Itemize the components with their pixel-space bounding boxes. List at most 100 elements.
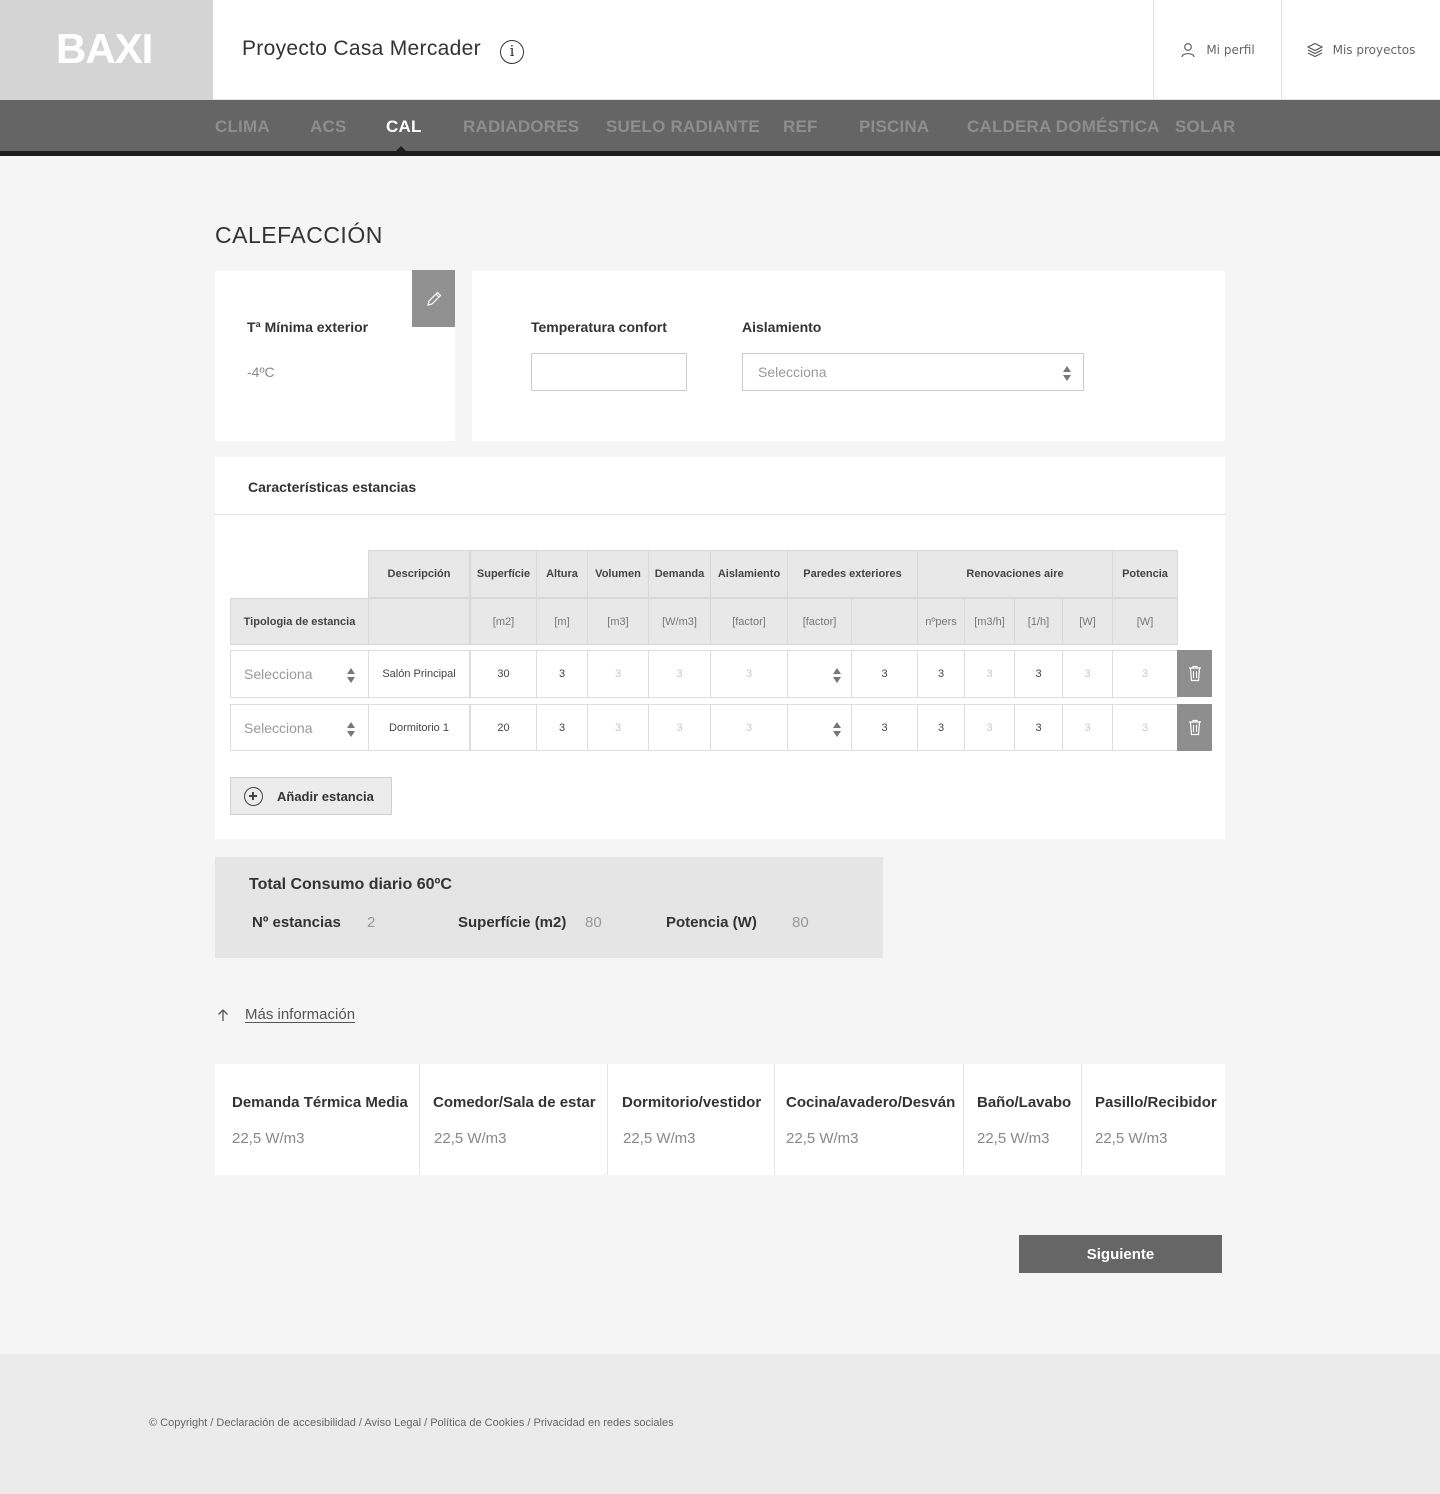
total-card: Total Consumo diario 60ºC Nº estancias 2… [215, 857, 883, 958]
demand-value: 22,5 W/m3 [1095, 1130, 1168, 1147]
tmin-card: Tª Mínima exterior -4ºC [215, 270, 455, 441]
confort-card: Temperatura confort Aislamiento Seleccio… [472, 271, 1225, 441]
demand-item: Cocina/avadero/Desván 22,5 W/m3 [775, 1064, 964, 1175]
perh-input[interactable]: 3 [1014, 704, 1063, 751]
nav-item-acs[interactable]: ACS [310, 117, 347, 137]
delete-row-button[interactable] [1177, 650, 1212, 697]
select-arrows-icon [832, 667, 842, 685]
nav-item-cal[interactable]: CAL [386, 117, 422, 137]
tmin-value: -4ºC [247, 364, 275, 380]
footer: © Copyright / Declaración de accesibilid… [0, 1354, 1440, 1494]
aislamiento-select[interactable]: Selecciona [742, 353, 1084, 391]
main-nav: CLIMA ACS CAL RADIADORES SUELO RADIANTE … [0, 100, 1440, 156]
projects-link[interactable]: Mis proyectos [1281, 0, 1440, 100]
nav-item-solar[interactable]: SOLAR [1175, 117, 1236, 137]
nav-item-piscina[interactable]: PISCINA [859, 117, 929, 137]
add-room-button[interactable]: Añadir estancia [230, 777, 392, 815]
superficie-input[interactable]: 20 [470, 704, 537, 751]
descripcion-input[interactable]: Salón Principal [368, 650, 470, 698]
perh-input[interactable]: 3 [1014, 650, 1063, 698]
demand-value: 22,5 W/m3 [434, 1130, 507, 1147]
demanda-value: 3 [648, 650, 711, 698]
nav-item-suelo-radiante[interactable]: SUELO RADIANTE [606, 117, 760, 137]
nav-item-caldera-domestica[interactable]: CALDERA DOMÉSTICA [967, 117, 1160, 137]
select-arrows-icon [832, 721, 842, 739]
superficie-input[interactable]: 30 [470, 650, 537, 698]
th-tipologia: Tipologia de estancia [230, 598, 369, 645]
th-unit-volumen: [m3] [587, 598, 649, 645]
next-button[interactable]: Siguiente [1019, 1235, 1222, 1273]
delete-row-button[interactable] [1177, 704, 1212, 751]
w-value: 3 [1062, 704, 1113, 751]
demand-value: 22,5 W/m3 [977, 1130, 1050, 1147]
th-unit-aislamiento: [factor] [710, 598, 788, 645]
more-info-link[interactable]: Más información [216, 1006, 355, 1023]
demand-label: Comedor/Sala de estar [433, 1094, 596, 1111]
logo-box[interactable]: BAXI [0, 0, 213, 100]
page-title: CALEFACCIÓN [215, 222, 383, 248]
trash-icon [1188, 665, 1201, 682]
projects-label: Mis proyectos [1332, 43, 1416, 57]
aislamiento-value: 3 [710, 650, 788, 698]
paredes-input[interactable]: 3 [851, 704, 918, 751]
divider [215, 514, 1225, 515]
edit-button[interactable] [412, 270, 455, 327]
paredes-input[interactable]: 3 [851, 650, 918, 698]
aislamiento-label: Aislamiento [742, 319, 822, 335]
info-icon[interactable]: i [500, 40, 524, 64]
altura-input[interactable]: 3 [536, 704, 588, 751]
nav-item-clima[interactable]: CLIMA [215, 117, 270, 137]
more-info-label[interactable]: Más información [245, 1006, 355, 1023]
potencia-value: 3 [1112, 650, 1178, 698]
altura-input[interactable]: 3 [536, 650, 588, 698]
m3h-value: 3 [964, 704, 1015, 751]
th-unit-potencia: [W] [1112, 598, 1178, 645]
tmin-label: Tª Mínima exterior [247, 319, 369, 335]
active-tab-indicator [395, 146, 407, 152]
th-aislamiento: Aislamiento [710, 550, 788, 598]
footer-links[interactable]: © Copyright / Declaración de accesibilid… [149, 1417, 674, 1429]
header: BAXI Proyecto Casa Mercader i Mi perfil … [0, 0, 1440, 100]
paredes-select[interactable] [787, 650, 852, 698]
temp-confort-input[interactable] [531, 353, 687, 391]
w-value: 3 [1062, 650, 1113, 698]
baxi-logo[interactable]: BAXI [56, 28, 153, 70]
tipologia-select-value: Selecciona [244, 720, 313, 736]
total-potencia-label: Potencia (W) [666, 914, 757, 931]
select-arrows-icon [346, 721, 356, 739]
demanda-value: 3 [648, 704, 711, 751]
th-potencia: Potencia [1112, 550, 1178, 598]
demand-value: 22,5 W/m3 [623, 1130, 696, 1147]
th-demanda: Demanda [648, 550, 711, 598]
npers-input[interactable]: 3 [917, 650, 965, 698]
nav-item-ref[interactable]: REF [783, 117, 818, 137]
th-unit-paredes-2 [851, 598, 918, 645]
tipologia-select[interactable]: Selecciona [230, 650, 369, 698]
volumen-value: 3 [587, 704, 649, 751]
paredes-select[interactable] [787, 704, 852, 751]
arrow-up-icon [218, 1008, 228, 1021]
total-estancias-value: 2 [367, 914, 376, 931]
demand-item: Pasillo/Recibidor 22,5 W/m3 [1082, 1064, 1225, 1175]
th-unit-altura: [m] [536, 598, 588, 645]
th-unit-npers: nºpers [917, 598, 965, 645]
th-descripcion: Descripción [368, 550, 470, 598]
tipologia-select[interactable]: Selecciona [230, 704, 369, 751]
project-title: Proyecto Casa Mercader [242, 37, 481, 60]
rooms-title: Características estancias [248, 479, 417, 495]
th-unit-w: [W] [1062, 598, 1113, 645]
descripcion-input[interactable]: Dormitorio 1 [368, 704, 470, 751]
profile-link[interactable]: Mi perfil [1153, 0, 1281, 100]
aislamiento-select-value: Selecciona [758, 364, 827, 380]
npers-input[interactable]: 3 [917, 704, 965, 751]
th-unit-demanda: [W/m3] [648, 598, 711, 645]
nav-item-radiadores[interactable]: RADIADORES [463, 117, 579, 137]
total-estancias-label: Nº estancias [252, 914, 341, 931]
th-paredes-exteriores: Paredes exteriores [787, 550, 918, 598]
trash-icon [1188, 719, 1201, 736]
user-icon [1181, 43, 1195, 58]
total-superficie-label: Superfície (m2) [458, 914, 567, 931]
th-unit-superficie: [m2] [470, 598, 537, 645]
aislamiento-value: 3 [710, 704, 788, 751]
th-renovaciones-aire: Renovaciones aire [917, 550, 1113, 598]
